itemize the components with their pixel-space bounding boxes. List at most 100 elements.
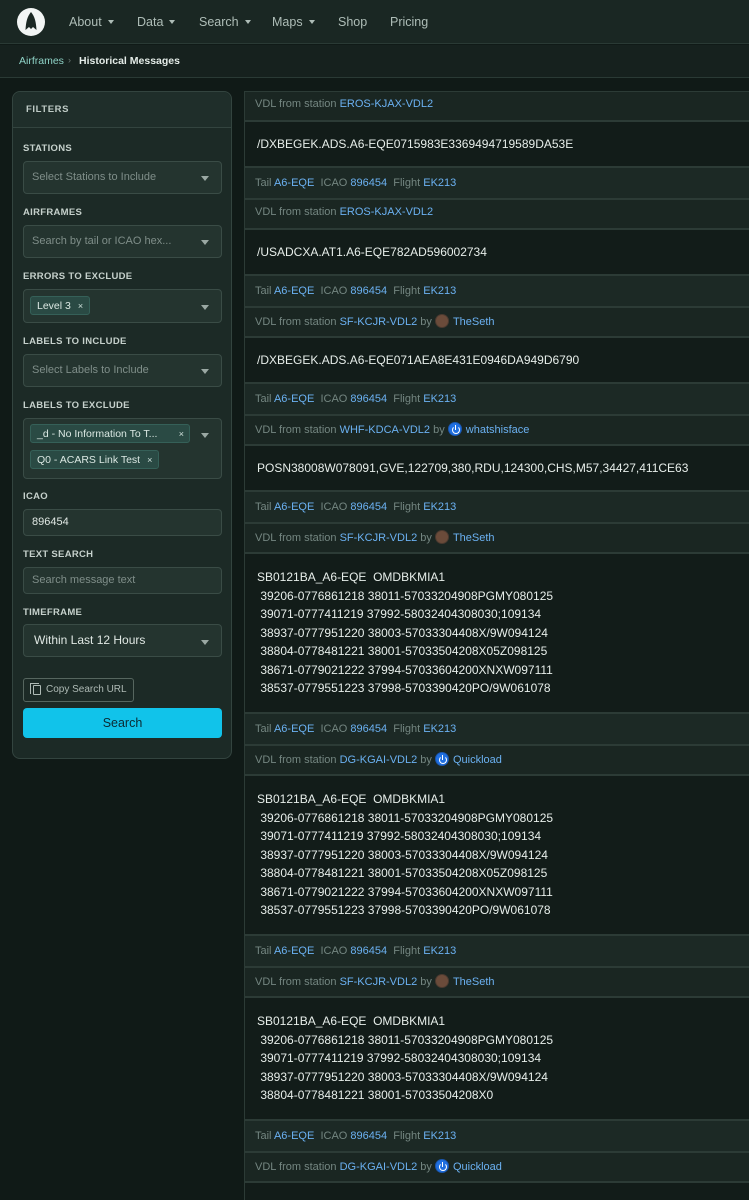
station-link[interactable]: SF-KCJR-VDL2 [340,532,418,544]
flight-label: Flight [393,1130,421,1142]
flight-link[interactable]: EK213 [423,1130,456,1142]
close-icon[interactable]: × [78,301,83,311]
flight-link[interactable]: EK213 [423,393,456,405]
nav-maps[interactable]: Maps [272,0,315,44]
chevron-down-icon [201,305,209,310]
flight-label: Flight [393,945,421,957]
message-body-row: /DXBEGEK.ADS.A6-EQE0715983E3369494719589… [244,121,749,167]
tail-label: Tail [255,177,272,189]
station-link[interactable]: SF-KCJR-VDL2 [340,316,418,328]
station-link[interactable]: DG-KGAI-VDL2 [340,1161,418,1173]
labels-exclude-select[interactable]: _d - No Information To T... × Q0 - ACARS … [23,418,222,479]
vdl-from-label: VDL from station [255,754,337,766]
message-text: /USADCXA.AT1.A6-EQE782AD596002734 [257,245,487,259]
nav-shop[interactable]: Shop [338,0,367,44]
nav-data[interactable]: Data [137,0,176,44]
labels-include-placeholder: Select Labels to Include [32,364,149,376]
nav-pricing[interactable]: Pricing [390,0,428,44]
flight-link[interactable]: EK213 [423,285,456,297]
icao-link[interactable]: 896454 [350,393,387,405]
flight-link[interactable]: EK213 [423,945,456,957]
message-text: /DXBEGEK.ADS.A6-EQE071AEA8E431E0946DA949… [257,353,580,367]
message-station-row: VDL from station EROS-KJAX-VDL2 [244,91,749,121]
error-tag-level-3: Level 3 × [30,296,91,315]
message-text: SB0121BA_A6-EQE OMDBKMIA1 39206-07768612… [257,1014,554,1102]
flight-link[interactable]: EK213 [423,501,456,513]
chevron-down-icon [201,176,209,181]
label-tag-no-information: _d - No Information To T... × [30,424,190,443]
tail-link[interactable]: A6-EQE [274,723,314,735]
user-avatar [434,314,449,328]
icao-link[interactable]: 896454 [350,1130,387,1142]
nav-about[interactable]: About [69,0,114,44]
tail-link[interactable]: A6-EQE [274,945,314,957]
errors-exclude-select[interactable]: Level 3 × [23,289,222,323]
copy-search-url-button[interactable]: Copy Search URL [23,678,134,702]
station-link[interactable]: EROS-KJAX-VDL2 [340,98,434,110]
stations-select[interactable]: Select Stations to Include [23,161,222,194]
nav-search[interactable]: Search [199,0,251,44]
flight-link[interactable]: EK213 [423,723,456,735]
tail-link[interactable]: A6-EQE [274,501,314,513]
timeframe-label: TIMEFRAME [23,607,83,618]
text-search-input[interactable]: Search message text [23,567,222,594]
chevron-down-icon [201,433,209,438]
message-text: POSN38008W078091,GVE,122709,380,RDU,1243… [257,461,689,475]
tail-link[interactable]: A6-EQE [274,1130,314,1142]
tail-link[interactable]: A6-EQE [274,393,314,405]
station-link[interactable]: WHF-KDCA-VDL2 [340,424,430,436]
airframes-label: AIRFRAMES [23,207,83,218]
user-link[interactable]: TheSeth [453,976,495,988]
airframes-logo-icon[interactable] [17,8,45,36]
message-meta-row: Tail A6-EQE ICAO 896454 Flight EK213 [244,383,749,415]
user-link[interactable]: TheSeth [453,532,495,544]
tail-label: Tail [255,285,272,297]
labels-include-label: LABELS TO INCLUDE [23,336,127,347]
tail-link[interactable]: A6-EQE [274,177,314,189]
close-icon[interactable]: × [147,455,152,465]
icao-link[interactable]: 896454 [350,723,387,735]
message-meta-row: Tail A6-EQE ICAO 896454 Flight EK213 [244,167,749,199]
flight-label: Flight [393,285,421,297]
icao-link[interactable]: 896454 [350,177,387,189]
timeframe-value: Within Last 12 Hours [34,633,146,647]
chevron-down-icon [107,20,114,24]
timeframe-select[interactable]: Within Last 12 Hours [23,624,222,657]
icao-link[interactable]: 896454 [350,285,387,297]
flight-label: Flight [393,177,421,189]
station-link[interactable]: SF-KCJR-VDL2 [340,976,418,988]
station-link[interactable]: DG-KGAI-VDL2 [340,754,418,766]
station-link[interactable]: EROS-KJAX-VDL2 [340,206,434,218]
airframes-select[interactable]: Search by tail or ICAO hex... [23,225,222,258]
message-body-row: POSN38008W078091,GVE,122709,380,RDU,1243… [244,445,749,491]
icao-input[interactable]: 896454 [23,509,222,536]
message-meta-row: Tail A6-EQE ICAO 896454 Flight EK213 [244,935,749,967]
flight-link[interactable]: EK213 [423,177,456,189]
stations-placeholder: Select Stations to Include [32,171,157,183]
user-link[interactable]: Quickload [453,1161,502,1173]
labels-include-select[interactable]: Select Labels to Include [23,354,222,387]
icao-label: ICAO [23,491,48,502]
icao-link[interactable]: 896454 [350,501,387,513]
by-label: by [420,754,432,766]
tail-label: Tail [255,945,272,957]
search-button[interactable]: Search [23,708,222,738]
by-label: by [420,976,432,988]
message-station-row: VDL from station DG-KGAI-VDL2 by Quicklo… [244,1152,749,1182]
chevron-down-icon [169,20,176,24]
user-link[interactable]: whatshisface [466,424,530,436]
close-icon[interactable]: × [179,425,184,442]
flight-label: Flight [393,501,421,513]
message-station-row: VDL from station SF-KCJR-VDL2 by TheSeth [244,523,749,553]
vdl-from-label: VDL from station [255,424,337,436]
breadcrumb-separator: › [68,55,71,65]
tail-link[interactable]: A6-EQE [274,285,314,297]
chevron-down-icon [244,20,251,24]
breadcrumb-airframes-link[interactable]: Airframes [19,55,64,67]
chevron-down-icon [201,640,209,645]
icao-link[interactable]: 896454 [350,945,387,957]
user-link[interactable]: TheSeth [453,316,495,328]
icao-label: ICAO [320,501,348,513]
tail-label: Tail [255,501,272,513]
user-link[interactable]: Quickload [453,754,502,766]
